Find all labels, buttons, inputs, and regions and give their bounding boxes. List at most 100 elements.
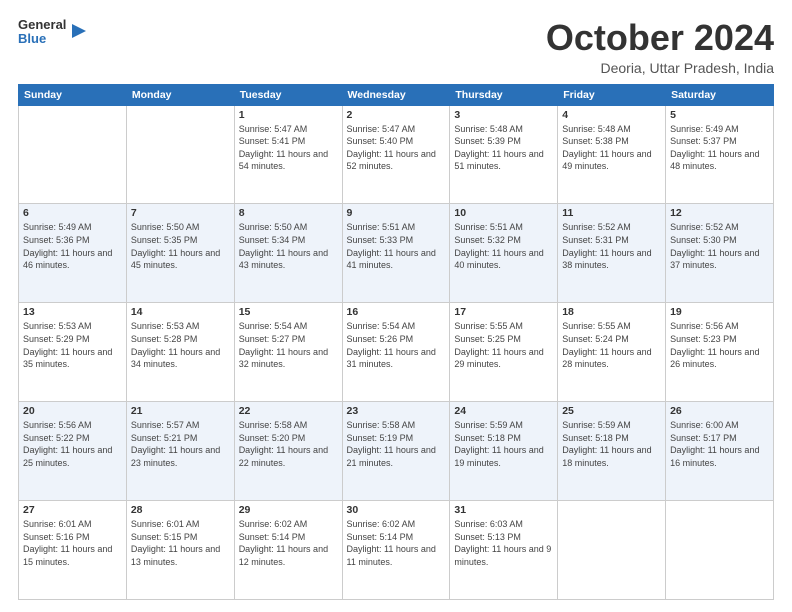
cell-5-1: 27 Sunrise: 6:01 AMSunset: 5:16 PMDayligh… [19,501,127,600]
cell-info: Sunrise: 5:55 AMSunset: 5:25 PMDaylight:… [454,320,553,370]
cell-date: 22 [239,405,338,417]
cell-date: 17 [454,306,553,318]
cell-info: Sunrise: 6:02 AMSunset: 5:14 PMDaylight:… [347,518,446,568]
cell-info: Sunrise: 6:01 AMSunset: 5:16 PMDaylight:… [23,518,122,568]
col-saturday: Saturday [666,84,774,105]
cell-2-1: 6Sunrise: 5:49 AMSunset: 5:36 PMDaylight… [19,204,127,303]
cell-info: Sunrise: 6:03 AMSunset: 5:13 PMDaylight:… [454,518,553,568]
week-row-4: 20 Sunrise: 5:56 AMSunset: 5:22 PMDayligh… [19,402,774,501]
cell-4-6: 25Sunrise: 5:59 AMSunset: 5:18 PMDayligh… [558,402,666,501]
cell-3-4: 16 Sunrise: 5:54 AMSunset: 5:26 PMDayligh… [342,303,450,402]
cell-2-4: 9 Sunrise: 5:51 AMSunset: 5:33 PMDaylight… [342,204,450,303]
cell-date: 8 [239,207,338,219]
cell-1-7: 5Sunrise: 5:49 AMSunset: 5:37 PMDaylight… [666,105,774,204]
cell-date: 16 [347,306,446,318]
cell-2-5: 10Sunrise: 5:51 AMSunset: 5:32 PMDayligh… [450,204,558,303]
cell-date: 12 [670,207,769,219]
cell-date: 15 [239,306,338,318]
cell-2-2: 7 Sunrise: 5:50 AMSunset: 5:35 PMDaylight… [126,204,234,303]
cell-date: 30 [347,504,446,516]
calendar: Sunday Monday Tuesday Wednesday Thursday… [18,84,774,600]
col-thursday: Thursday [450,84,558,105]
cell-date: 6 [23,207,122,219]
cell-date: 9 [347,207,446,219]
cell-1-6: 4Sunrise: 5:48 AMSunset: 5:38 PMDaylight… [558,105,666,204]
cell-4-2: 21Sunrise: 5:57 AMSunset: 5:21 PMDayligh… [126,402,234,501]
cell-info: Sunrise: 5:55 AMSunset: 5:24 PMDaylight:… [562,320,661,370]
week-row-5: 27 Sunrise: 6:01 AMSunset: 5:16 PMDayligh… [19,501,774,600]
cell-info: Sunrise: 5:47 AMSunset: 5:41 PMDaylight:… [239,123,338,173]
cell-info: Sunrise: 6:01 AMSunset: 5:15 PMDaylight:… [131,518,230,568]
cell-date: 14 [131,306,230,318]
cell-info: Sunrise: 5:58 AMSunset: 5:19 PMDaylight:… [347,419,446,469]
cell-date: 3 [454,109,553,121]
cell-date: 7 [131,207,230,219]
cell-info: Sunrise: 5:54 AMSunset: 5:26 PMDaylight:… [347,320,446,370]
cell-date: 11 [562,207,661,219]
cell-info: Sunrise: 5:54 AMSunset: 5:27 PMDaylight:… [239,320,338,370]
cell-date: 27 [23,504,122,516]
cell-info: Sunrise: 5:53 AMSunset: 5:28 PMDaylight:… [131,320,230,370]
cell-3-1: 13 Sunrise: 5:53 AMSunset: 5:29 PMDayligh… [19,303,127,402]
logo-icon [70,22,88,40]
cell-2-6: 11 Sunrise: 5:52 AMSunset: 5:31 PMDayligh… [558,204,666,303]
cell-5-3: 29 Sunrise: 6:02 AMSunset: 5:14 PMDayligh… [234,501,342,600]
cell-3-2: 14 Sunrise: 5:53 AMSunset: 5:28 PMDayligh… [126,303,234,402]
month-title: October 2024 [546,18,774,58]
cell-date: 13 [23,306,122,318]
cell-date: 18 [562,306,661,318]
cell-4-3: 22 Sunrise: 5:58 AMSunset: 5:20 PMDayligh… [234,402,342,501]
cell-date: 21 [131,405,230,417]
cell-5-5: 31 Sunrise: 6:03 AMSunset: 5:13 PMDayligh… [450,501,558,600]
page: General Blue October 2024 Deoria, Uttar … [0,0,792,612]
cell-1-1 [19,105,127,204]
col-tuesday: Tuesday [234,84,342,105]
cell-info: Sunrise: 5:48 AMSunset: 5:38 PMDaylight:… [562,123,661,173]
subtitle: Deoria, Uttar Pradesh, India [546,60,774,76]
cell-info: Sunrise: 5:59 AMSunset: 5:18 PMDaylight:… [562,419,661,469]
col-friday: Friday [558,84,666,105]
cell-info: Sunrise: 5:52 AMSunset: 5:31 PMDaylight:… [562,221,661,271]
cell-2-3: 8Sunrise: 5:50 AMSunset: 5:34 PMDaylight… [234,204,342,303]
cell-info: Sunrise: 5:48 AMSunset: 5:39 PMDaylight:… [454,123,553,173]
cell-info: Sunrise: 5:58 AMSunset: 5:20 PMDaylight:… [239,419,338,469]
header: General Blue October 2024 Deoria, Uttar … [18,18,774,76]
cell-date: 19 [670,306,769,318]
cell-4-1: 20 Sunrise: 5:56 AMSunset: 5:22 PMDayligh… [19,402,127,501]
cell-3-5: 17 Sunrise: 5:55 AMSunset: 5:25 PMDayligh… [450,303,558,402]
cell-info: Sunrise: 5:50 AMSunset: 5:35 PMDaylight:… [131,221,230,271]
week-row-3: 13 Sunrise: 5:53 AMSunset: 5:29 PMDayligh… [19,303,774,402]
cell-info: Sunrise: 5:56 AMSunset: 5:22 PMDaylight:… [23,419,122,469]
logo-blue: Blue [18,32,66,46]
cell-5-7 [666,501,774,600]
cell-info: Sunrise: 5:52 AMSunset: 5:30 PMDaylight:… [670,221,769,271]
cell-info: Sunrise: 5:53 AMSunset: 5:29 PMDaylight:… [23,320,122,370]
cell-date: 26 [670,405,769,417]
cell-date: 1 [239,109,338,121]
cell-1-3: 1 Sunrise: 5:47 AMSunset: 5:41 PMDaylight… [234,105,342,204]
cell-3-7: 19Sunrise: 5:56 AMSunset: 5:23 PMDayligh… [666,303,774,402]
cell-3-3: 15 Sunrise: 5:54 AMSunset: 5:27 PMDayligh… [234,303,342,402]
cell-date: 23 [347,405,446,417]
cell-info: Sunrise: 6:02 AMSunset: 5:14 PMDaylight:… [239,518,338,568]
col-sunday: Sunday [19,84,127,105]
logo-general: General [18,18,66,32]
cell-1-2 [126,105,234,204]
cell-4-7: 26Sunrise: 6:00 AMSunset: 5:17 PMDayligh… [666,402,774,501]
col-wednesday: Wednesday [342,84,450,105]
cell-date: 31 [454,504,553,516]
cell-info: Sunrise: 5:47 AMSunset: 5:40 PMDaylight:… [347,123,446,173]
title-block: October 2024 Deoria, Uttar Pradesh, Indi… [546,18,774,76]
cell-1-5: 3 Sunrise: 5:48 AMSunset: 5:39 PMDaylight… [450,105,558,204]
cell-date: 24 [454,405,553,417]
cell-4-5: 24Sunrise: 5:59 AMSunset: 5:18 PMDayligh… [450,402,558,501]
cell-info: Sunrise: 5:49 AMSunset: 5:37 PMDaylight:… [670,123,769,173]
cell-date: 29 [239,504,338,516]
cell-info: Sunrise: 5:51 AMSunset: 5:33 PMDaylight:… [347,221,446,271]
week-row-1: 1 Sunrise: 5:47 AMSunset: 5:41 PMDaylight… [19,105,774,204]
cell-3-6: 18 Sunrise: 5:55 AMSunset: 5:24 PMDayligh… [558,303,666,402]
cell-4-4: 23 Sunrise: 5:58 AMSunset: 5:19 PMDayligh… [342,402,450,501]
week-row-2: 6Sunrise: 5:49 AMSunset: 5:36 PMDaylight… [19,204,774,303]
cell-date: 20 [23,405,122,417]
cell-date: 28 [131,504,230,516]
